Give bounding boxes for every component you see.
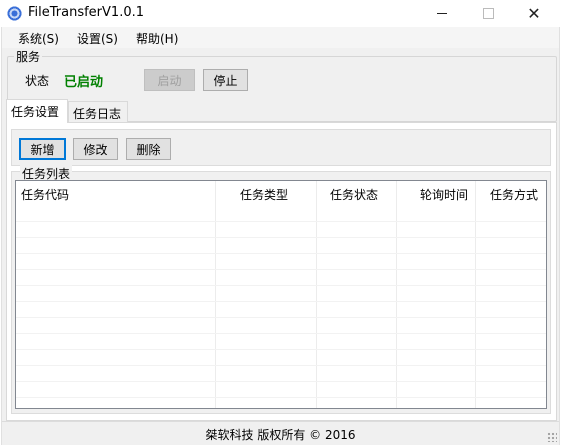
grid-line: [16, 221, 546, 222]
task-toolbar: 新增 修改 删除: [11, 129, 551, 166]
edit-button[interactable]: 修改: [73, 138, 118, 160]
grid-line: [16, 237, 546, 238]
maximize-button[interactable]: [465, 0, 511, 27]
grid-line: [16, 285, 546, 286]
tab-task-settings[interactable]: 任务设置: [6, 99, 68, 123]
task-list-table[interactable]: 任务代码 任务类型 任务状态 轮询时间 任务方式: [15, 180, 547, 409]
start-button[interactable]: 启动: [144, 69, 195, 91]
resize-grip-icon[interactable]: [547, 432, 557, 442]
column-poll-time[interactable]: 轮询时间: [420, 186, 468, 203]
title-bar: FileTransferV1.0.1 ✕: [0, 0, 561, 27]
window-title: FileTransferV1.0.1: [28, 5, 144, 20]
column-task-type[interactable]: 任务类型: [240, 186, 288, 203]
status-value: 已启动: [64, 75, 104, 90]
task-settings-panel: 新增 修改 删除 任务列表 任务代码 任务类型 任务状态 轮询时间 任务方式: [6, 122, 557, 421]
status-bar: 桀软科技 版权所有 © 2016: [2, 421, 559, 444]
grid-line: [16, 397, 546, 398]
column-divider: [396, 181, 397, 408]
stop-button[interactable]: 停止: [203, 69, 248, 91]
menu-settings[interactable]: 设置(S): [77, 30, 118, 47]
grid-line: [16, 301, 546, 302]
task-list-group: 任务列表 任务代码 任务类型 任务状态 轮询时间 任务方式: [11, 165, 551, 414]
delete-button[interactable]: 删除: [126, 138, 171, 160]
menu-system[interactable]: 系统(S): [18, 30, 59, 47]
add-button[interactable]: 新增: [19, 138, 66, 160]
tab-task-log[interactable]: 任务日志: [68, 101, 128, 123]
grid-line: [16, 253, 546, 254]
grid-line: [16, 381, 546, 382]
close-button[interactable]: ✕: [511, 0, 557, 27]
grid-line: [16, 349, 546, 350]
copyright-text: 桀软科技 版权所有 © 2016: [205, 428, 356, 442]
main-window: 系统(S) 设置(S) 帮助(H) 服务 状态 已启动 启动 停止 任务设置 任…: [1, 27, 560, 445]
menu-help[interactable]: 帮助(H): [136, 30, 178, 47]
close-icon: ✕: [527, 4, 541, 23]
column-divider: [475, 181, 476, 408]
column-task-mode[interactable]: 任务方式: [490, 186, 538, 203]
minimize-button[interactable]: [419, 0, 465, 27]
table-header: 任务代码 任务类型 任务状态 轮询时间 任务方式: [16, 181, 546, 205]
grid-line: [16, 269, 546, 270]
grid-line: [16, 365, 546, 366]
column-divider: [215, 181, 216, 408]
grid-line: [16, 317, 546, 318]
menu-bar: 系统(S) 设置(S) 帮助(H): [2, 27, 559, 48]
app-globe-icon: [7, 6, 22, 21]
column-task-status[interactable]: 任务状态: [330, 186, 378, 203]
grid-line: [16, 333, 546, 334]
column-divider: [316, 181, 317, 408]
column-task-code[interactable]: 任务代码: [21, 186, 69, 203]
status-label: 状态: [25, 74, 50, 88]
service-group-title: 服务: [14, 48, 43, 65]
